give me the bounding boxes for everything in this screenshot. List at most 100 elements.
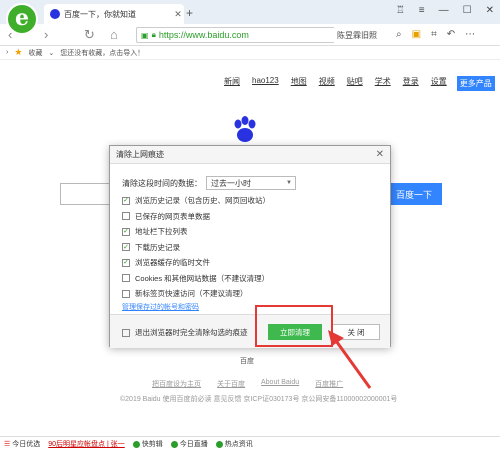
chevron-down-icon[interactable]: ⌄ <box>48 49 54 57</box>
checkbox[interactable] <box>122 289 130 298</box>
scissors-icon <box>132 440 140 448</box>
checkbox[interactable]: ✓ <box>122 258 130 267</box>
live-today-label: 今日直播 <box>179 441 208 448</box>
footer-link-homepage[interactable]: 把百度设为主页 <box>152 379 201 389</box>
news-ticker[interactable]: 90后明星应帐盘点 | 张一 <box>48 439 125 449</box>
quick-edit[interactable]: 快剪辑 <box>132 439 163 449</box>
option-label: Cookies 和其他网站数据（不建议清理） <box>135 273 270 283</box>
exit-clear-option[interactable]: 退出浏览器时完全清除勾选的痕迹 <box>122 327 248 338</box>
checkbox[interactable] <box>122 274 130 283</box>
option-cache[interactable]: ✓ 浏览器缓存的临时文件 <box>122 255 270 271</box>
hot-news[interactable]: 热点资讯 <box>215 439 253 449</box>
nav-news[interactable]: 新闻 <box>224 76 240 91</box>
option-form-data[interactable]: 已保存的网页表单数据 <box>122 209 270 225</box>
favorites-button[interactable]: 收藏 <box>28 48 42 58</box>
today-pick-label: 今日优选 <box>12 441 41 448</box>
nav-hao123[interactable]: hao123 <box>252 76 279 91</box>
baidu-top-nav: 新闻 hao123 地图 视频 贴吧 学术 登录 设置 更多产品 <box>224 76 495 91</box>
clear-traces-dialog: 清除上网痕迹 ✕ 清除这段时间的数据： 过去一小时 ▼ ✓ 浏览历史记录（包含历史… <box>109 145 391 348</box>
tab-close-icon[interactable]: ✕ <box>172 9 184 20</box>
option-address-dropdown[interactable]: ✓ 地址栏下拉列表 <box>122 224 270 240</box>
forward-icon[interactable]: › <box>44 27 48 42</box>
shield-icon: ▣ <box>141 30 149 40</box>
chevron-down-icon: ▼ <box>286 180 292 186</box>
status-bar: ☰ 今日优选 90后明星应帐盘点 | 张一 快剪辑 今日直播 热点资讯 <box>0 436 500 451</box>
checkbox[interactable] <box>122 328 130 337</box>
time-range-select[interactable]: 过去一小时 ▼ <box>206 176 296 190</box>
tab-bar: e 百度一下，你就知道 ✕ + ♖ ≡ — ☐ ✕ <box>0 0 500 35</box>
nav-video[interactable]: 视频 <box>319 76 335 91</box>
nav-map[interactable]: 地图 <box>291 76 307 91</box>
right-tools: ⌕ ▣ ⌗ ↶ ⋯ <box>396 29 475 40</box>
minimize-icon[interactable]: — <box>439 5 449 16</box>
close-icon[interactable]: ✕ <box>376 149 384 160</box>
nav-settings[interactable]: 设置 <box>431 76 447 91</box>
tab-title: 百度一下，你就知道 <box>64 9 136 19</box>
checkbox[interactable]: ✓ <box>122 227 130 236</box>
arrow-icon <box>328 330 372 389</box>
exit-clear-label: 退出浏览器时完全清除勾选的痕迹 <box>135 328 248 337</box>
nav-xueshu[interactable]: 学术 <box>375 76 391 91</box>
cut-icon[interactable]: ⌗ <box>431 29 437 40</box>
search-button[interactable]: 百度一下 <box>386 183 442 205</box>
baidu-paw-icon <box>50 9 60 19</box>
more-menu-icon[interactable]: ⋯ <box>465 29 475 40</box>
option-label: 浏览器缓存的临时文件 <box>135 258 210 268</box>
option-label: 下载历史记录 <box>135 242 180 252</box>
news-icon <box>215 440 223 448</box>
time-range-row: 清除这段时间的数据： 过去一小时 ▼ <box>122 176 296 190</box>
lock-icon: 🔒︎ <box>151 30 156 39</box>
clear-options-list: ✓ 浏览历史记录（包含历史、网页回收站） 已保存的网页表单数据 ✓ 地址栏下拉列表 … <box>122 193 270 302</box>
footer-link-about-en[interactable]: About Baidu <box>261 379 299 389</box>
option-history[interactable]: ✓ 浏览历史记录（包含历史、网页回收站） <box>122 193 270 209</box>
option-download-history[interactable]: ✓ 下载历史记录 <box>122 240 270 256</box>
undo-icon[interactable]: ↶ <box>447 29 455 40</box>
footer-links: 把百度设为主页 关于百度 About Baidu 百度推广 <box>152 379 343 389</box>
checkbox[interactable]: ✓ <box>122 243 130 252</box>
nav-login[interactable]: 登录 <box>403 76 419 91</box>
option-label: 新标签页快速访问（不建议清理） <box>135 289 248 299</box>
reload-icon[interactable]: ↻ <box>84 27 95 43</box>
url-text: https://www.baidu.com <box>158 30 249 40</box>
live-today[interactable]: 今日直播 <box>170 439 208 449</box>
option-label: 地址栏下拉列表 <box>135 227 188 237</box>
hot-search-box[interactable]: 陈昱霖旧照 <box>334 27 388 43</box>
sidebar-toggle-icon[interactable]: › <box>6 49 8 56</box>
dialog-header: 清除上网痕迹 ✕ <box>110 146 390 164</box>
tab-baidu[interactable]: 百度一下，你就知道 ✕ <box>44 4 184 24</box>
option-cookies[interactable]: Cookies 和其他网站数据（不建议清理） <box>122 271 270 287</box>
checkbox[interactable] <box>122 212 130 221</box>
new-tab-button[interactable]: + <box>186 6 193 20</box>
footer-link-about[interactable]: 关于百度 <box>217 379 245 389</box>
search-icon[interactable]: ⌕ <box>396 29 402 40</box>
copyright: ©2019 Baidu 使用百度前必读 意见反馈 京ICP证030173号 京公… <box>120 396 398 403</box>
browser-logo[interactable]: e <box>6 3 38 35</box>
baidu-paw-icon <box>234 116 256 142</box>
checkbox[interactable]: ✓ <box>122 196 130 205</box>
option-new-tab[interactable]: 新标签页快速访问（不建议清理） <box>122 286 270 302</box>
time-range-value: 过去一小时 <box>211 178 251 188</box>
bookmark-hint[interactable]: 您还没有收藏，点击导入！ <box>60 48 144 58</box>
close-window-icon[interactable]: ✕ <box>486 5 494 16</box>
quick-edit-label: 快剪辑 <box>141 441 163 448</box>
toolbar: ‹ › ↻ ⌂ ▣ 🔒︎ https://www.baidu.com ▦ ϟ ⌄… <box>0 24 500 46</box>
more-products-button[interactable]: 更多产品 <box>456 76 495 91</box>
star-icon: ★ <box>14 47 23 57</box>
bookmark-bar: › ★ 收藏 ⌄ 您还没有收藏，点击导入！ <box>0 46 500 60</box>
apps-icon[interactable]: ▣ <box>412 29 421 40</box>
qr-label: 百度 <box>240 358 254 365</box>
shirt-icon[interactable]: ♖ <box>396 5 405 16</box>
option-label: 浏览历史记录（包含历史、网页回收站） <box>135 196 270 206</box>
manage-passwords-link[interactable]: 管理保存过的帐号和密码 <box>122 302 199 312</box>
dialog-title: 清除上网痕迹 <box>116 150 164 159</box>
search-input[interactable] <box>60 183 112 205</box>
play-icon <box>170 440 178 448</box>
menu-icon[interactable]: ≡ <box>419 5 425 16</box>
time-range-label: 清除这段时间的数据： <box>122 178 202 188</box>
home-icon[interactable]: ⌂ <box>110 27 118 42</box>
option-label: 已保存的网页表单数据 <box>135 211 210 221</box>
nav-tieba[interactable]: 贴吧 <box>347 76 363 91</box>
today-pick[interactable]: ☰ 今日优选 <box>4 439 40 449</box>
maximize-icon[interactable]: ☐ <box>463 5 472 16</box>
hot-search-text: 陈昱霖旧照 <box>337 30 377 40</box>
